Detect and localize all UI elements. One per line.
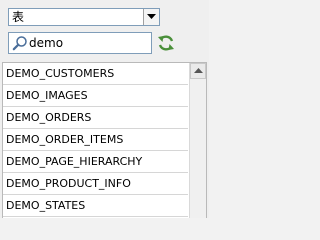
chevron-down-icon: [147, 14, 156, 19]
object-type-value: 表: [12, 10, 25, 24]
object-type-select[interactable]: 表: [8, 8, 160, 26]
search-input[interactable]: [29, 34, 147, 52]
scroll-up-button[interactable]: [190, 63, 206, 79]
table-list-item[interactable]: DEMO_PAGE_HIERARCHY: [3, 151, 188, 173]
table-list-item[interactable]: DEMO_ORDER_ITEMS: [3, 129, 188, 151]
search-field[interactable]: [8, 32, 152, 54]
table-list-item[interactable]: DEMO_ORDERS: [3, 107, 188, 129]
table-list-item[interactable]: DEMO_USERS: [3, 217, 188, 218]
table-list-item[interactable]: DEMO_IMAGES: [3, 85, 188, 107]
results-list: DEMO_CUSTOMERS DEMO_IMAGES DEMO_ORDERS DEMO…: [2, 62, 207, 218]
dropdown-button[interactable]: [143, 9, 159, 25]
vertical-scrollbar[interactable]: [189, 63, 206, 218]
table-list-item[interactable]: DEMO_PRODUCT_INFO: [3, 173, 188, 195]
table-list-item[interactable]: DEMO_STATES: [3, 195, 188, 217]
search-icon: [12, 36, 27, 51]
table-list-item[interactable]: DEMO_CUSTOMERS: [3, 63, 188, 85]
object-browser-panel: 表 DEMO_CUSTOMERSDEMO_IMAGESDEMO_ORDERSDE…: [0, 0, 209, 218]
result-items: DEMO_CUSTOMERS DEMO_IMAGES DEMO_ORDERS DEMO…: [3, 63, 188, 218]
scroll-up-icon: [194, 68, 203, 73]
refresh-icon[interactable]: [156, 33, 176, 53]
